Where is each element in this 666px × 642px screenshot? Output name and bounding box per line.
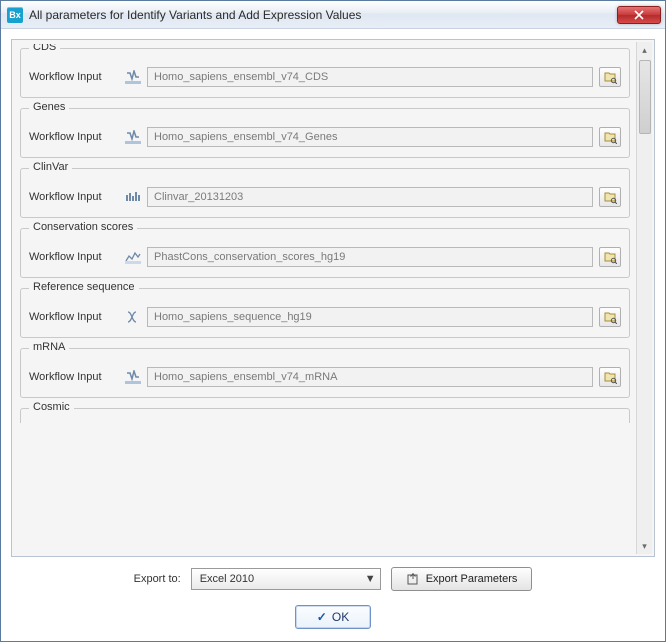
param-row: Workflow Input	[29, 307, 621, 327]
param-row: Workflow Input	[29, 247, 621, 267]
browse-button[interactable]	[599, 67, 621, 87]
ok-button[interactable]: ✓ OK	[295, 605, 371, 629]
browse-button[interactable]	[599, 187, 621, 207]
param-label: Workflow Input	[29, 251, 119, 263]
scores-icon	[125, 250, 141, 264]
track-icon	[125, 70, 141, 84]
browse-button[interactable]	[599, 247, 621, 267]
group-cds: CDS Workflow Input	[20, 48, 630, 98]
ok-row: ✓ OK	[11, 605, 655, 629]
browse-icon	[603, 70, 617, 84]
param-row: Workflow Input	[29, 187, 621, 207]
scroll-thumb[interactable]	[639, 60, 651, 134]
param-label: Workflow Input	[29, 371, 119, 383]
param-input	[147, 367, 593, 387]
group-title: Reference sequence	[29, 281, 139, 293]
param-row: Workflow Input	[29, 127, 621, 147]
parameters-panel: CDS Workflow Input Genes Workflow Input	[11, 39, 655, 557]
group-title: mRNA	[29, 341, 69, 353]
param-row: Workflow Input	[29, 67, 621, 87]
scroll-up-arrow-icon[interactable]: ▴	[637, 42, 652, 58]
param-input	[147, 247, 593, 267]
param-input	[147, 67, 593, 87]
track-icon	[125, 370, 141, 384]
dialog-content: CDS Workflow Input Genes Workflow Input	[1, 29, 665, 641]
export-parameters-button[interactable]: Export Parameters	[391, 567, 533, 591]
export-icon	[406, 572, 420, 586]
param-label: Workflow Input	[29, 131, 119, 143]
param-input	[147, 187, 593, 207]
param-input	[147, 307, 593, 327]
scroll-track[interactable]	[637, 58, 652, 538]
group-conservation: Conservation scores Workflow Input	[20, 228, 630, 278]
variants-icon	[125, 190, 141, 204]
browse-button[interactable]	[599, 127, 621, 147]
scroll-down-arrow-icon[interactable]: ▾	[637, 538, 652, 554]
param-input	[147, 127, 593, 147]
ok-label: OK	[332, 610, 349, 624]
group-genes: Genes Workflow Input	[20, 108, 630, 158]
window-title: All parameters for Identify Variants and…	[29, 8, 617, 22]
browse-icon	[603, 370, 617, 384]
browse-icon	[603, 250, 617, 264]
close-icon	[634, 10, 644, 20]
browse-icon	[603, 130, 617, 144]
title-bar: Bx All parameters for Identify Variants …	[1, 1, 665, 29]
group-reference: Reference sequence Workflow Input	[20, 288, 630, 338]
group-title: Genes	[29, 101, 69, 113]
group-title: Conservation scores	[29, 221, 137, 233]
param-label: Workflow Input	[29, 191, 119, 203]
group-title: Cosmic	[29, 401, 74, 413]
param-label: Workflow Input	[29, 311, 119, 323]
group-clinvar: ClinVar Workflow Input	[20, 168, 630, 218]
param-label: Workflow Input	[29, 71, 119, 83]
track-icon	[125, 130, 141, 144]
group-cosmic: Cosmic	[20, 408, 630, 423]
browse-icon	[603, 310, 617, 324]
export-format-value: Excel 2010	[200, 573, 254, 585]
export-button-label: Export Parameters	[426, 573, 518, 585]
group-mrna: mRNA Workflow Input	[20, 348, 630, 398]
browse-button[interactable]	[599, 307, 621, 327]
check-icon: ✓	[317, 610, 327, 624]
param-row: Workflow Input	[29, 367, 621, 387]
vertical-scrollbar[interactable]: ▴ ▾	[636, 42, 652, 554]
parameters-scroll-area: CDS Workflow Input Genes Workflow Input	[18, 44, 632, 552]
export-format-combo[interactable]: Excel 2010 ▼	[191, 568, 381, 590]
app-icon: Bx	[7, 7, 23, 23]
chevron-down-icon: ▼	[365, 573, 376, 585]
group-title: CDS	[29, 44, 60, 53]
export-row: Export to: Excel 2010 ▼ Export Parameter…	[11, 567, 655, 591]
close-button[interactable]	[617, 6, 661, 24]
group-title: ClinVar	[29, 161, 72, 173]
export-label: Export to:	[134, 573, 181, 585]
browse-icon	[603, 190, 617, 204]
sequence-icon	[125, 310, 141, 324]
browse-button[interactable]	[599, 367, 621, 387]
